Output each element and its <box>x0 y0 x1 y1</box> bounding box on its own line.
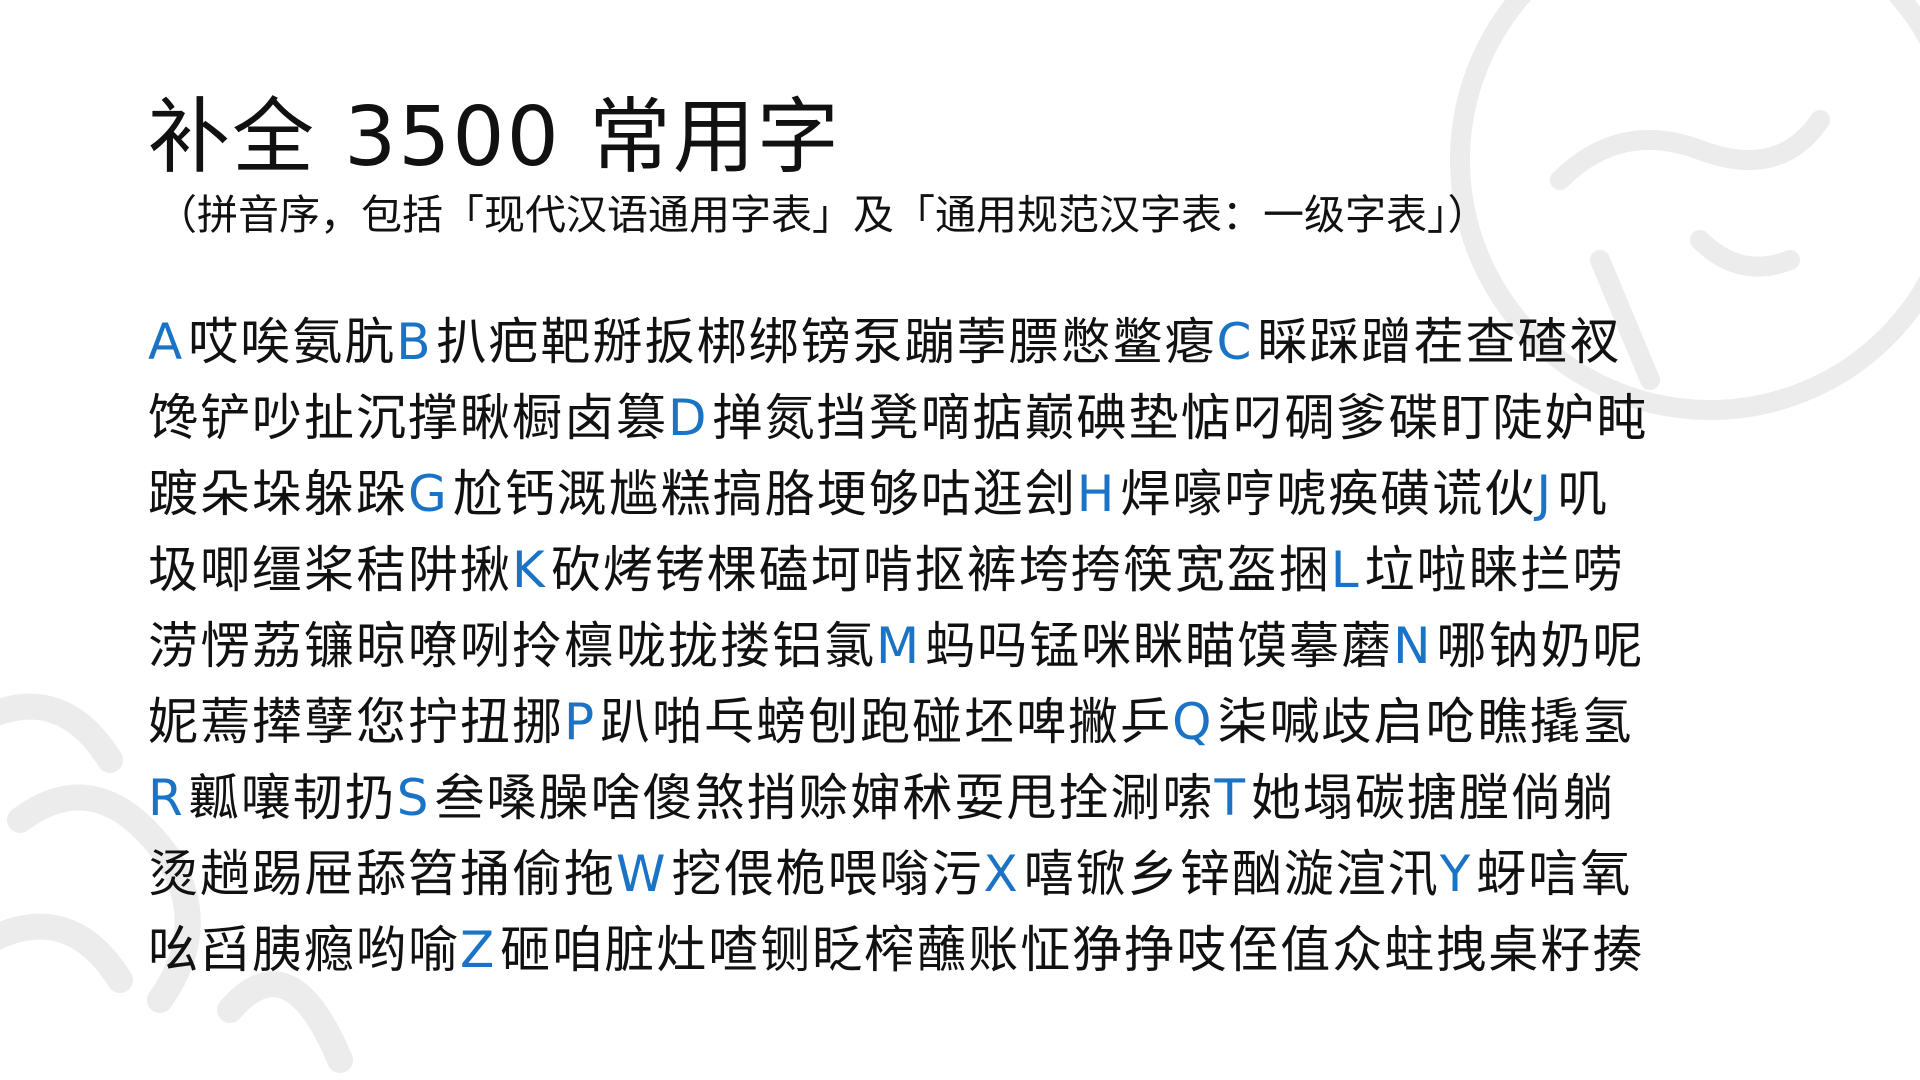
character-group: 趴啪乓螃刨跑碰坯啤撇乒 <box>600 693 1173 751</box>
pinyin-initial-letter: L <box>1330 541 1361 599</box>
character-group: 焊嚎哼唬痪磺谎伙 <box>1120 465 1537 523</box>
character-row: 圾唧缰桨秸阱揪K砍烤铐棵磕坷啃抠裤垮挎筷宽盔捆L垃啦睐拦唠 <box>148 532 1778 608</box>
character-row: 吆舀胰瘾哟喻Z砸咱脏灶喳铡眨榨蘸账怔狰挣吱侄值众蛀拽桌籽揍 <box>148 912 1778 988</box>
character-group: 吆舀胰瘾哟喻 <box>148 921 460 979</box>
pinyin-initial-letter: T <box>1214 769 1248 827</box>
character-group: 嘻锨乡锌酗漩渲汛 <box>1023 845 1440 903</box>
character-group: 她塌碳搪膛倘躺 <box>1251 769 1616 827</box>
character-group: 馋铲吵扯沉撑瞅橱卤篡 <box>148 389 668 447</box>
character-row: 烫趟踢屉舔笤捅偷拖W挖偎桅喂嗡污X嘻锨乡锌酗漩渲汛Y蚜唁氧 <box>148 836 1778 912</box>
character-group: 掸氮挡凳嘀掂巅碘垫惦叼碉爹碟盯陡妒盹 <box>712 389 1649 447</box>
character-group: 圾唧缰桨秸阱揪 <box>148 541 512 599</box>
character-row: 妮蔫撵孽您拧扭挪P趴啪乓螃刨跑碰坯啤撇乒Q柒喊歧启呛瞧撬氢 <box>148 684 1778 760</box>
character-group: 砍烤铐棵磕坷啃抠裤垮挎筷宽盔捆 <box>550 541 1331 599</box>
pinyin-initial-letter: Y <box>1439 845 1473 903</box>
character-group: 蚜唁氧 <box>1476 845 1633 903</box>
character-group: 挖偎桅喂嗡污 <box>671 845 984 903</box>
character-group: 涝愣荔镰晾嘹咧拎檩咙拢搂铝氯 <box>148 617 876 675</box>
character-group: 瓤嚷韧扔 <box>188 769 397 827</box>
pinyin-initial-letter: X <box>983 845 1020 903</box>
character-row: A哎唉氨肮B扒疤靶掰扳梆绑镑泵蹦荸膘憋鳖瘪C睬踩蹭茬查碴衩 <box>148 304 1778 380</box>
character-group: 哎唉氨肮 <box>188 313 397 371</box>
page-title: 补全 3500 常用字 <box>148 90 841 185</box>
pinyin-initial-letter: B <box>396 313 433 371</box>
pinyin-initial-letter: Z <box>460 921 497 979</box>
pinyin-initial-letter: K <box>512 541 547 599</box>
pinyin-initial-letter: S <box>396 769 431 827</box>
pinyin-initial-letter: M <box>876 617 922 675</box>
character-group: 柒喊歧启呛瞧撬氢 <box>1217 693 1634 751</box>
pinyin-initial-letter: D <box>668 389 709 447</box>
character-group: 踱朵垛躲跺 <box>148 465 408 523</box>
character-group: 妮蔫撵孽您拧扭挪 <box>148 693 564 751</box>
main-content: 补全 3500 常用字 （拼音序，包括「现代汉语通用字表」及「通用规范汉字表：一… <box>148 88 1778 988</box>
character-group: 叁嗓臊啥傻煞捎赊婶秫耍甩拴涮嗦 <box>434 769 1215 827</box>
character-row: 馋铲吵扯沉撑瞅橱卤篡D掸氮挡凳嘀掂巅碘垫惦叼碉爹碟盯陡妒盹 <box>148 380 1778 456</box>
character-row: 踱朵垛躲跺G尬钙溉尴糕搞胳埂够咕逛刽H焊嚎哼唬痪磺谎伙J叽 <box>148 456 1778 532</box>
pinyin-initial-letter: A <box>148 313 185 371</box>
character-table: A哎唉氨肮B扒疤靶掰扳梆绑镑泵蹦荸膘憋鳖瘪C睬踩蹭茬查碴衩 馋铲吵扯沉撑瞅橱卤篡D… <box>148 304 1778 988</box>
character-group: 哪钠奶呢 <box>1436 617 1645 675</box>
pinyin-initial-letter: G <box>408 465 449 523</box>
character-group: 睬踩蹭茬查碴衩 <box>1257 313 1622 371</box>
character-group: 砸咱脏灶喳铡眨榨蘸账怔狰挣吱侄值众蛀拽桌籽揍 <box>500 921 1645 979</box>
page-subtitle: （拼音序，包括「现代汉语通用字表」及「通用规范汉字表：一级字表」） <box>156 191 1489 239</box>
character-group: 烫趟踢屉舔笤捅偷拖 <box>148 845 616 903</box>
pinyin-initial-letter: R <box>148 769 185 827</box>
character-row: 涝愣荔镰晾嘹咧拎檩咙拢搂铝氯M蚂吗锰咪眯瞄馍摹蘑N哪钠奶呢 <box>148 608 1778 684</box>
pinyin-initial-letter: C <box>1216 313 1254 371</box>
pinyin-initial-letter: J <box>1536 465 1554 523</box>
pinyin-initial-letter: H <box>1076 465 1117 523</box>
character-group: 垃啦睐拦唠 <box>1364 541 1625 599</box>
character-group: 蚂吗锰咪眯瞄馍摹蘑 <box>925 617 1394 675</box>
pinyin-initial-letter: W <box>616 845 668 903</box>
character-group: 尬钙溉尴糕搞胳埂够咕逛刽 <box>452 465 1077 523</box>
pinyin-initial-letter: N <box>1393 617 1433 675</box>
pinyin-initial-letter: Q <box>1172 693 1214 751</box>
character-group: 扒疤靶掰扳梆绑镑泵蹦荸膘憋鳖瘪 <box>436 313 1217 371</box>
pinyin-initial-letter: P <box>564 693 597 751</box>
character-group: 叽 <box>1557 465 1610 523</box>
character-row: R瓤嚷韧扔S叁嗓臊啥傻煞捎赊婶秫耍甩拴涮嗦T她塌碳搪膛倘躺 <box>148 760 1778 836</box>
